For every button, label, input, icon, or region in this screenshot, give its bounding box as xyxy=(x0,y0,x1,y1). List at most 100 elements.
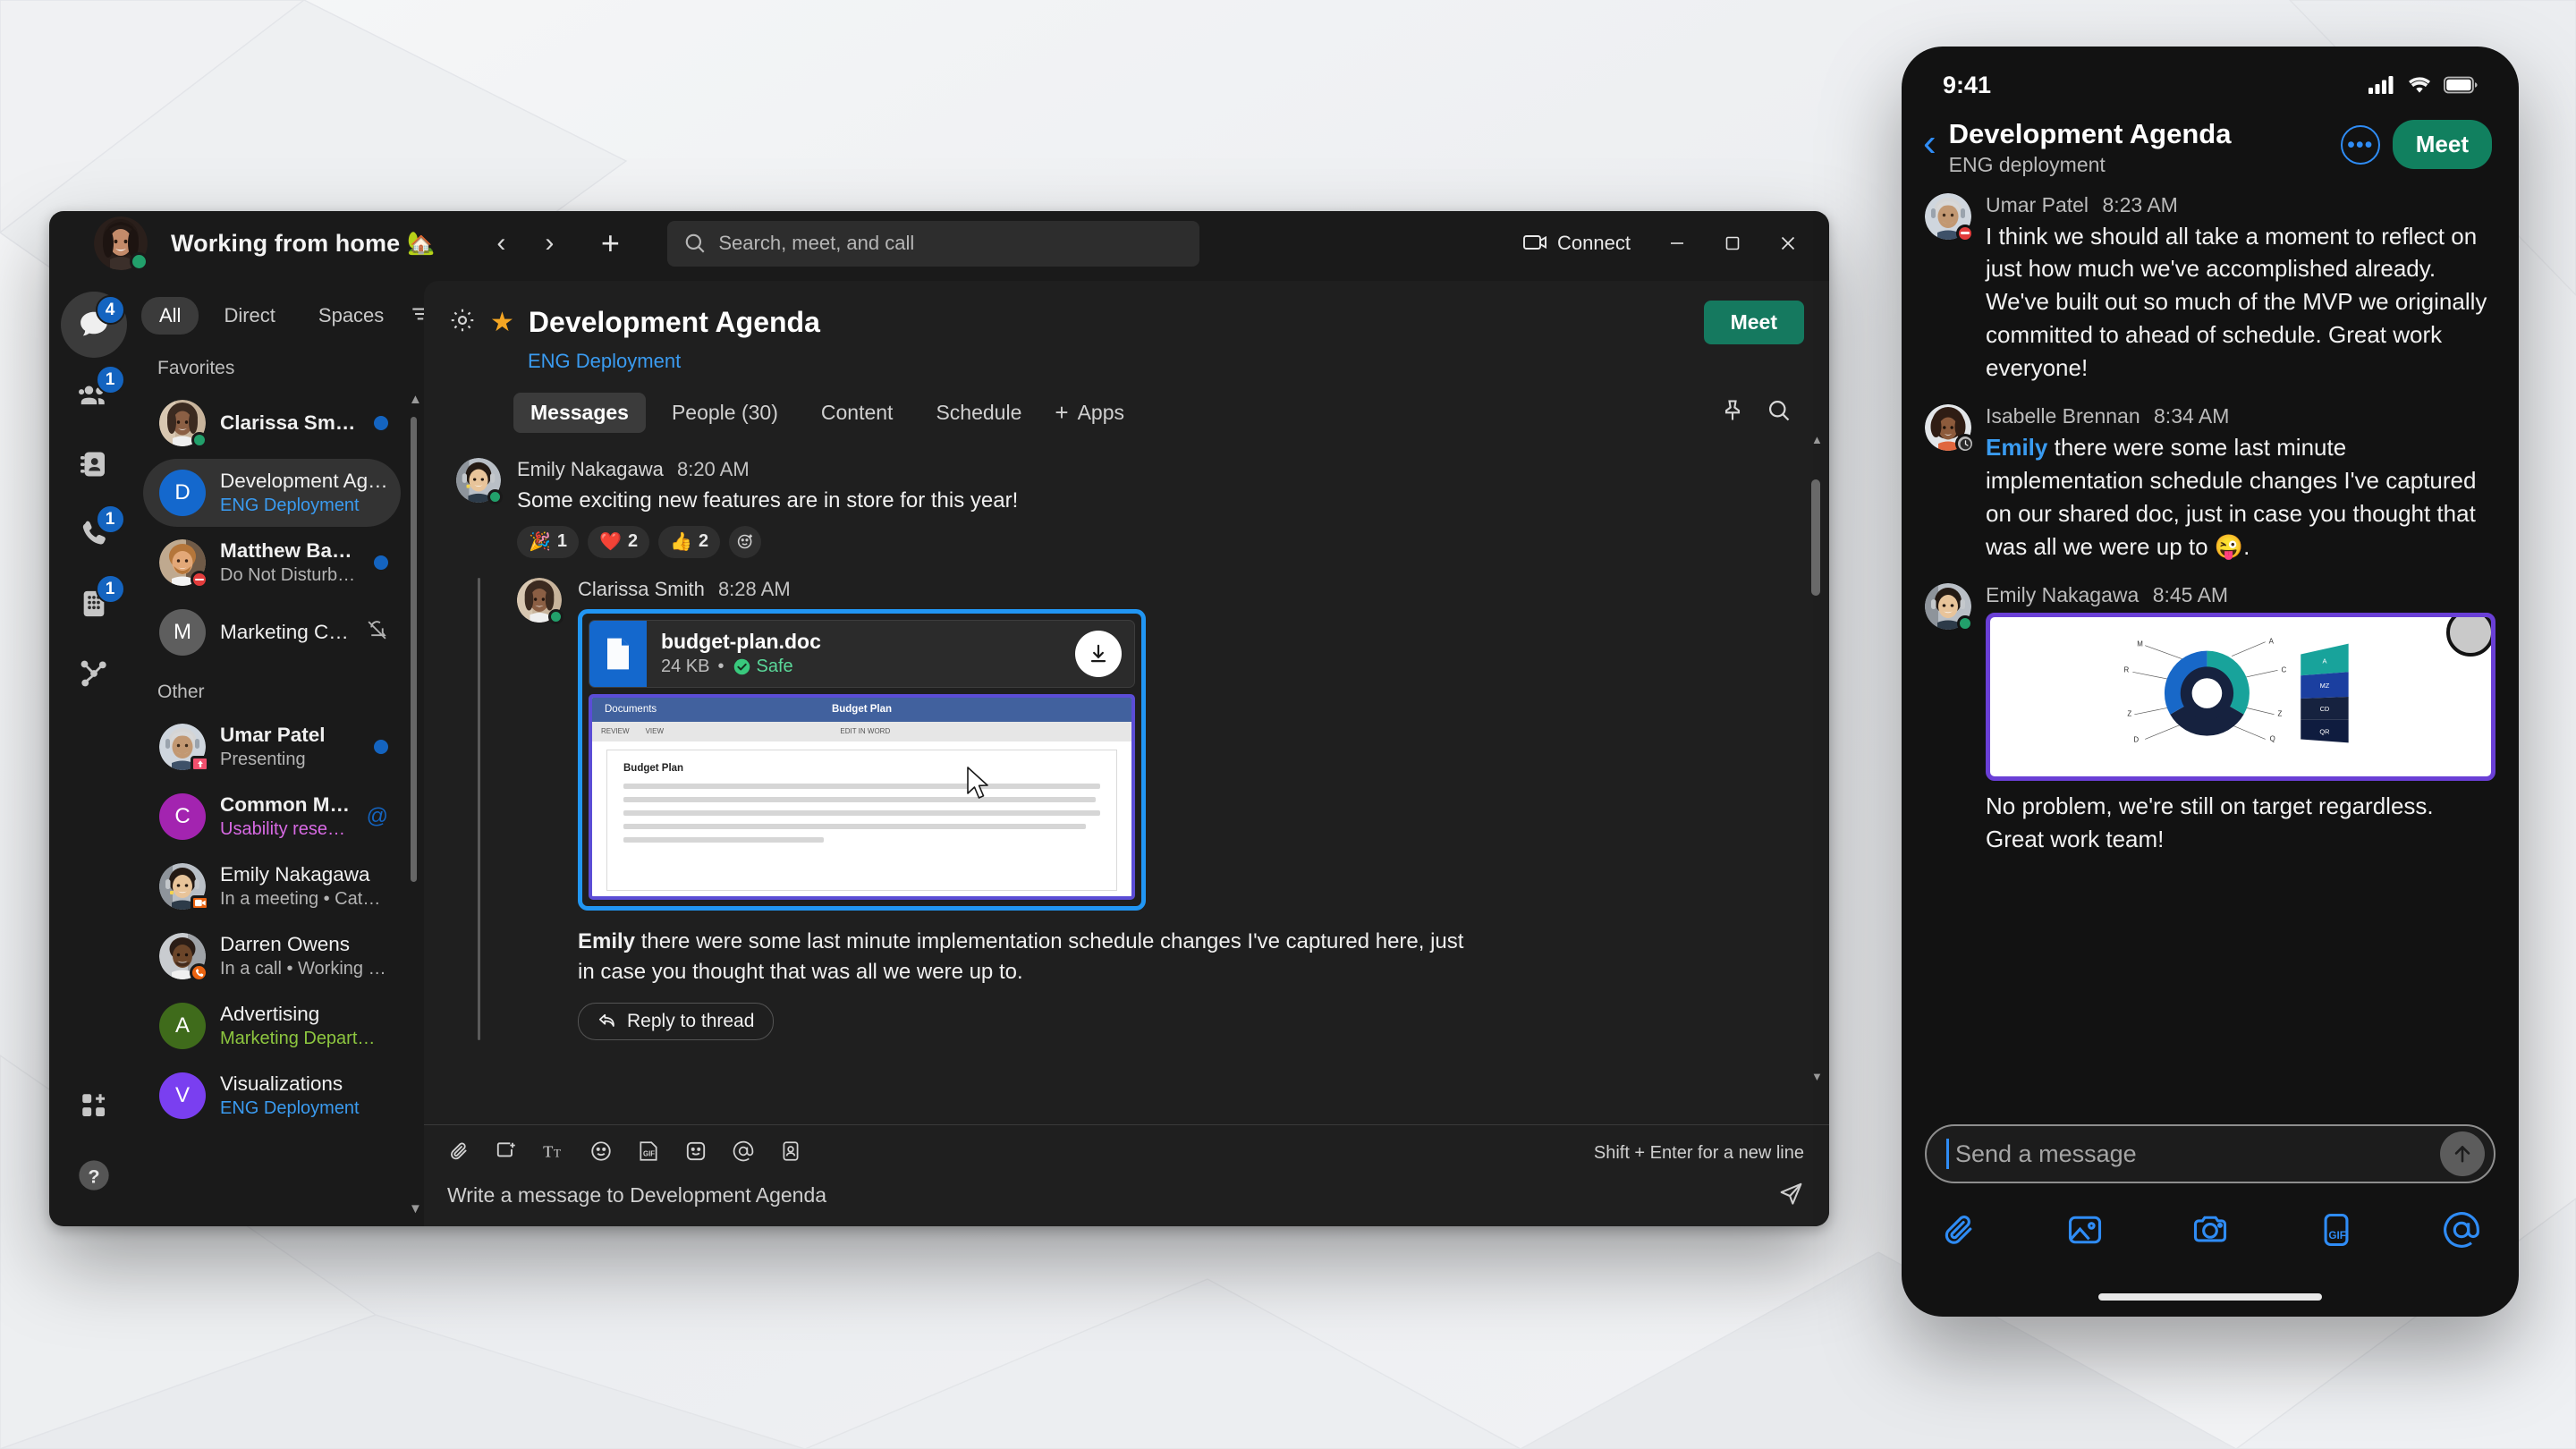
rail-item-teams[interactable]: 1 xyxy=(61,361,127,428)
image-icon[interactable] xyxy=(2065,1210,2105,1254)
meme-icon[interactable] xyxy=(684,1140,708,1167)
rail-item-workflows[interactable] xyxy=(61,640,127,707)
tab-content[interactable]: Content xyxy=(804,393,911,433)
chat-item-darren-owens[interactable]: Darren Owens In a call • Working from ho… xyxy=(143,922,401,990)
contact-card-icon xyxy=(80,452,105,477)
document-preview[interactable]: Documents Budget Plan REVIEW VIEW EDIT I… xyxy=(589,693,1135,900)
chat-item-marketing-collateral[interactable]: M Marketing Collateral xyxy=(143,598,401,666)
avatar xyxy=(456,458,503,504)
chat-item-common-metrics[interactable]: C Common Metrics Usability research @ xyxy=(143,783,401,851)
phone-message-input[interactable]: Send a message xyxy=(1925,1124,2496,1183)
mention-emily[interactable]: Emily xyxy=(1986,434,2047,461)
file-attachment-card[interactable]: budget-plan.doc 24 KB • Safe Documents B… xyxy=(578,608,1146,911)
gif-icon[interactable]: GIF xyxy=(637,1140,660,1167)
format-text-icon[interactable]: TT xyxy=(542,1140,565,1167)
search-bar[interactable]: Search, meet, and call xyxy=(667,220,1200,267)
meet-button[interactable]: Meet xyxy=(1703,301,1804,344)
add-tab-icon[interactable]: + xyxy=(1055,399,1068,427)
camera-icon[interactable] xyxy=(2190,1210,2230,1254)
chat-item-emily-nakagawa[interactable]: Emily Nakagawa In a meeting • Catching u… xyxy=(143,852,401,920)
scrollbar-thumb[interactable] xyxy=(1811,479,1820,596)
star-filled-icon[interactable]: ★ xyxy=(490,307,514,338)
phone-send-button[interactable] xyxy=(2440,1131,2485,1176)
sticker-icon[interactable] xyxy=(495,1140,518,1167)
tab-messages[interactable]: Messages xyxy=(513,393,646,433)
rail-item-calls[interactable]: 1 xyxy=(61,501,127,567)
back-button[interactable]: ‹ xyxy=(1923,118,1936,163)
svg-text:T: T xyxy=(543,1143,553,1161)
nav-back-button[interactable]: ‹ xyxy=(481,224,521,263)
pin-button[interactable] xyxy=(1720,398,1745,428)
new-item-button[interactable]: + xyxy=(590,224,630,263)
chat-item-clarissa-smith[interactable]: Clarissa Smith xyxy=(143,389,401,457)
close-button[interactable] xyxy=(1763,218,1813,268)
avatar xyxy=(1925,404,1975,454)
mention-emily[interactable]: Emily xyxy=(578,929,635,953)
add-reaction-icon[interactable] xyxy=(729,525,762,558)
chat-item-name: Common Metrics xyxy=(220,793,352,817)
phone-message-item: Isabelle Brennan 8:34 AM Emily there wer… xyxy=(1925,404,2496,564)
chat-item-subtitle: Usability research xyxy=(220,818,352,839)
nav-forward-button[interactable]: › xyxy=(530,224,569,263)
filter-direct[interactable]: Direct xyxy=(206,297,292,335)
chat-item-advertising[interactable]: A Advertising Marketing Department xyxy=(143,992,401,1060)
rail-item-messages[interactable]: 4 xyxy=(60,292,127,358)
filter-spaces[interactable]: Spaces xyxy=(301,297,402,335)
phone-meet-button[interactable]: Meet xyxy=(2392,120,2492,169)
rail-item-contacts[interactable] xyxy=(61,431,127,497)
doc-edit-in-word[interactable]: EDIT IN WORD xyxy=(840,727,890,735)
maximize-button[interactable] xyxy=(1707,218,1758,268)
tab-schedule[interactable]: Schedule xyxy=(919,393,1038,433)
document-glyph-icon xyxy=(607,638,629,670)
message-time: 8:20 AM xyxy=(676,458,750,480)
phone-message-list[interactable]: Umar Patel 8:23 AM I think we should all… xyxy=(1902,177,2519,1124)
add-card-icon xyxy=(496,1142,515,1157)
tab-apps[interactable]: Apps xyxy=(1078,401,1124,425)
attach-icon[interactable] xyxy=(447,1140,470,1167)
more-horizontal-icon[interactable]: ••• xyxy=(2340,125,2380,165)
reaction-thumbsup[interactable]: 👍 2 xyxy=(658,525,721,558)
chart-attachment[interactable]: M R Z D A C Z Q A MZ CD QR xyxy=(1986,612,2496,781)
doc-ribbon: Documents Budget Plan xyxy=(592,697,1131,722)
chat-list-scrollbar[interactable]: ▲ ▼ xyxy=(406,275,422,1226)
chat-item-development-agenda[interactable]: D Development Agenda ENG Deployment xyxy=(143,459,401,527)
home-indicator[interactable] xyxy=(2098,1293,2322,1301)
chat-search-button[interactable] xyxy=(1767,398,1792,428)
chat-item-umar-patel[interactable]: Umar Patel Presenting xyxy=(143,713,401,781)
mention-icon[interactable] xyxy=(732,1140,755,1167)
reaction-tada[interactable]: 🎉 1 xyxy=(517,525,580,558)
message-list[interactable]: Emily Nakagawa 8:20 AM Some exciting new… xyxy=(424,433,1829,1124)
composer-input-row[interactable]: Write a message to Development Agenda xyxy=(447,1180,1804,1210)
space-settings-button[interactable] xyxy=(449,307,476,338)
user-avatar[interactable] xyxy=(94,216,148,271)
rail-item-apps[interactable] xyxy=(61,1072,127,1139)
chat-item-name: Advertising xyxy=(220,1003,320,1026)
minimize-button[interactable] xyxy=(1652,218,1702,268)
send-button[interactable] xyxy=(1778,1180,1804,1210)
chat-item-visualizations[interactable]: V Visualizations ENG Deployment xyxy=(143,1062,401,1130)
phone-header: ‹ Development Agenda ENG deployment ••• … xyxy=(1902,111,2519,177)
reply-to-thread-button[interactable]: Reply to thread xyxy=(578,1003,775,1041)
tab-people[interactable]: People (30) xyxy=(655,393,795,433)
attach-icon[interactable] xyxy=(1939,1210,1979,1254)
message-scrollbar[interactable]: ▲ ▼ xyxy=(1811,433,1823,1083)
message-composer: TT GIF Shift + Enter for a new line Writ… xyxy=(424,1124,1829,1226)
chat-item-subtitle: Do Not Disturb • Out for a walk xyxy=(220,564,360,585)
chat-item-text: Umar Patel Presenting xyxy=(220,723,360,770)
workflow-icon xyxy=(80,660,106,687)
rail-item-help[interactable]: ? xyxy=(61,1142,127,1208)
filter-all[interactable]: All xyxy=(141,297,199,335)
emoji-icon[interactable] xyxy=(589,1140,613,1167)
chat-item-matthew-baker[interactable]: Matthew Baker Do Not Disturb • Out for a… xyxy=(143,529,401,597)
rail-item-voicemail[interactable]: 1 xyxy=(61,571,127,637)
connect-button[interactable]: Connect xyxy=(1507,223,1647,264)
contact-icon[interactable] xyxy=(779,1140,802,1167)
reply-label: Reply to thread xyxy=(627,1011,755,1032)
download-button[interactable] xyxy=(1075,630,1122,677)
mention-icon[interactable] xyxy=(2442,1210,2481,1254)
rail-badge-calls: 1 xyxy=(95,504,125,534)
chat-item-subtitle: In a meeting • Catching up 📖 xyxy=(220,888,388,909)
sticker-face-icon xyxy=(686,1141,706,1161)
reaction-heart[interactable]: ❤️ 2 xyxy=(588,525,650,558)
gif-icon[interactable]: GIF xyxy=(2317,1210,2356,1254)
